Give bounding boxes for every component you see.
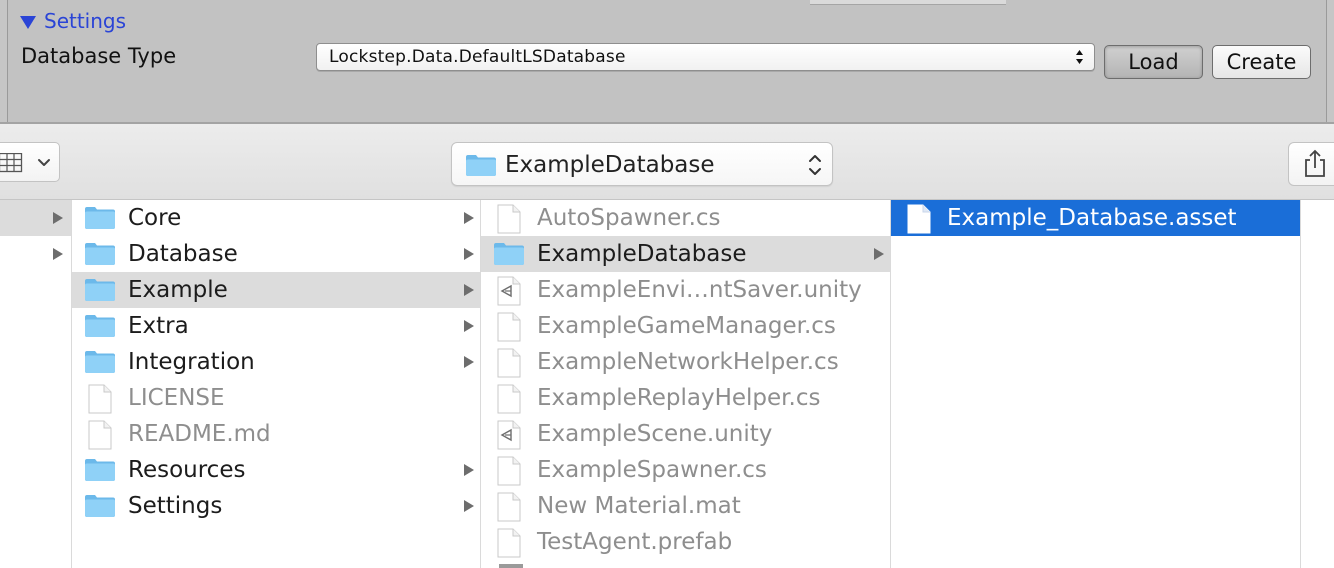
list-item-label: Integration bbox=[128, 349, 255, 375]
folder-icon bbox=[84, 312, 116, 340]
up-down-chevron-icon bbox=[809, 155, 821, 175]
browser-column-empty bbox=[1301, 200, 1334, 568]
document-icon bbox=[493, 384, 525, 414]
location-label: ExampleDatabase bbox=[505, 152, 715, 178]
list-item-new-material-mat[interactable]: New Material.mat bbox=[481, 488, 890, 524]
list-item-label: New Material.mat bbox=[537, 493, 741, 519]
document-icon bbox=[493, 456, 525, 486]
dialog-toolbar: ExampleDatabase bbox=[0, 124, 1334, 200]
list-item-label: TestAgent.prefab bbox=[537, 529, 733, 555]
chevron-right-icon bbox=[464, 356, 474, 368]
folder-icon bbox=[84, 204, 116, 232]
list-item-exampleenvi-ntsaver-unity[interactable]: ExampleEnvi…ntSaver.unity bbox=[481, 272, 890, 308]
list-item-label: README.md bbox=[128, 421, 271, 447]
document-icon bbox=[493, 348, 525, 378]
list-item-resources[interactable]: Resources bbox=[72, 452, 480, 488]
folder-icon bbox=[465, 153, 497, 181]
document-icon bbox=[84, 384, 116, 414]
view-mode-button[interactable] bbox=[0, 142, 60, 182]
chevron-right-icon bbox=[464, 212, 474, 224]
list-item-label: ExampleReplayHelper.cs bbox=[537, 385, 821, 411]
chevron-right-icon bbox=[464, 320, 474, 332]
browser-column-example: AutoSpawner.cs ExampleDatabase ExampleEnvi… bbox=[481, 200, 891, 568]
document-icon bbox=[493, 492, 525, 522]
database-type-label: Database Type bbox=[21, 44, 177, 68]
browser-column-project: Core Database Example Extra Integration LICEN… bbox=[72, 200, 481, 568]
list-item-exampledatabase[interactable]: ExampleDatabase bbox=[481, 236, 890, 272]
inspector-left-edge bbox=[0, 0, 8, 124]
settings-foldout-label: Settings bbox=[44, 9, 127, 33]
document-icon bbox=[493, 312, 525, 342]
list-item-examplespawner-cs[interactable]: ExampleSpawner.cs bbox=[481, 452, 890, 488]
list-item-label: ExampleEnvi…ntSaver.unity bbox=[537, 277, 862, 303]
folder-icon bbox=[493, 240, 525, 268]
list-item-label: Example bbox=[128, 277, 228, 303]
create-button[interactable]: Create bbox=[1212, 45, 1311, 79]
list-item-settings[interactable]: Settings bbox=[72, 488, 480, 524]
folder-icon bbox=[84, 348, 116, 376]
inspector-right-edge bbox=[1326, 0, 1334, 124]
list-item-examplereplayhelper-cs[interactable]: ExampleReplayHelper.cs bbox=[481, 380, 890, 416]
chevron-right-icon bbox=[874, 248, 884, 260]
list-item-label: ExampleScene.unity bbox=[537, 421, 773, 447]
folder-icon bbox=[84, 492, 116, 520]
list-item-label: Resources bbox=[128, 457, 246, 483]
list-item-label: ExampleGameManager.cs bbox=[537, 313, 836, 339]
list-item-label: Settings bbox=[128, 493, 223, 519]
list-item-label: LICENSE bbox=[128, 385, 225, 411]
document-icon bbox=[493, 204, 525, 234]
location-popup[interactable]: ExampleDatabase bbox=[451, 142, 833, 186]
browser-column-exampledatabase: Example_Database.asset bbox=[891, 200, 1301, 568]
list-item-extra[interactable]: Extra bbox=[72, 308, 480, 344]
partial-row-icon bbox=[499, 564, 523, 568]
chevron-down-icon bbox=[38, 159, 50, 166]
list-item-label: Extra bbox=[128, 313, 189, 339]
list-item-integration[interactable]: Integration bbox=[72, 344, 480, 380]
chevron-right-icon bbox=[464, 500, 474, 512]
chevron-right-icon bbox=[53, 212, 63, 224]
browser-column-parent bbox=[0, 200, 72, 568]
list-item-core[interactable]: Core bbox=[72, 200, 480, 236]
load-button[interactable]: Load bbox=[1104, 45, 1203, 79]
share-icon bbox=[1305, 149, 1325, 177]
unity-scene-icon bbox=[493, 420, 525, 450]
chevron-right-icon bbox=[464, 248, 474, 260]
dropdown-arrows-icon bbox=[1076, 50, 1083, 64]
folder-icon bbox=[84, 456, 116, 484]
database-type-value: Lockstep.Data.DefaultLSDatabase bbox=[329, 47, 626, 67]
list-item-label: Core bbox=[128, 205, 182, 231]
list-item-readme-md[interactable]: README.md bbox=[72, 416, 480, 452]
foldout-triangle-icon[interactable] bbox=[20, 15, 36, 29]
folder-icon bbox=[84, 276, 116, 304]
list-item-example[interactable]: Example bbox=[72, 272, 480, 308]
list-item-label: AutoSpawner.cs bbox=[537, 205, 721, 231]
list-item-license[interactable]: LICENSE bbox=[72, 380, 480, 416]
list-item-database[interactable]: Database bbox=[72, 236, 480, 272]
document-icon bbox=[903, 204, 935, 234]
database-type-dropdown[interactable]: Lockstep.Data.DefaultLSDatabase bbox=[316, 43, 1095, 71]
chevron-right-icon bbox=[53, 248, 63, 260]
list-item-label: ExampleNetworkHelper.cs bbox=[537, 349, 839, 375]
list-item-testagent-prefab[interactable]: TestAgent.prefab bbox=[481, 524, 890, 560]
chevron-right-icon bbox=[464, 464, 474, 476]
column-view-icon bbox=[0, 153, 23, 173]
document-icon bbox=[84, 420, 116, 450]
list-item-example-database-asset[interactable]: Example_Database.asset bbox=[891, 200, 1300, 236]
list-item-label: ExampleDatabase bbox=[537, 241, 747, 267]
list-item-label: Database bbox=[128, 241, 238, 267]
folder-icon bbox=[84, 240, 116, 268]
inspector-tab-strip bbox=[810, 0, 1006, 5]
inspector-panel: Settings Database Type Lockstep.Data.Def… bbox=[0, 0, 1334, 124]
list-item-label: Example_Database.asset bbox=[947, 205, 1237, 231]
document-icon bbox=[493, 528, 525, 558]
unity-scene-icon bbox=[493, 276, 525, 306]
list-item-examplegamemanager-cs[interactable]: ExampleGameManager.cs bbox=[481, 308, 890, 344]
chevron-right-icon bbox=[464, 284, 474, 296]
list-item-label: ExampleSpawner.cs bbox=[537, 457, 767, 483]
list-item-examplenetworkhelper-cs[interactable]: ExampleNetworkHelper.cs bbox=[481, 344, 890, 380]
list-item-autospawner-cs[interactable]: AutoSpawner.cs bbox=[481, 200, 890, 236]
settings-foldout[interactable]: Settings bbox=[20, 8, 126, 34]
share-button[interactable] bbox=[1288, 142, 1334, 186]
list-item-examplescene-unity[interactable]: ExampleScene.unity bbox=[481, 416, 890, 452]
